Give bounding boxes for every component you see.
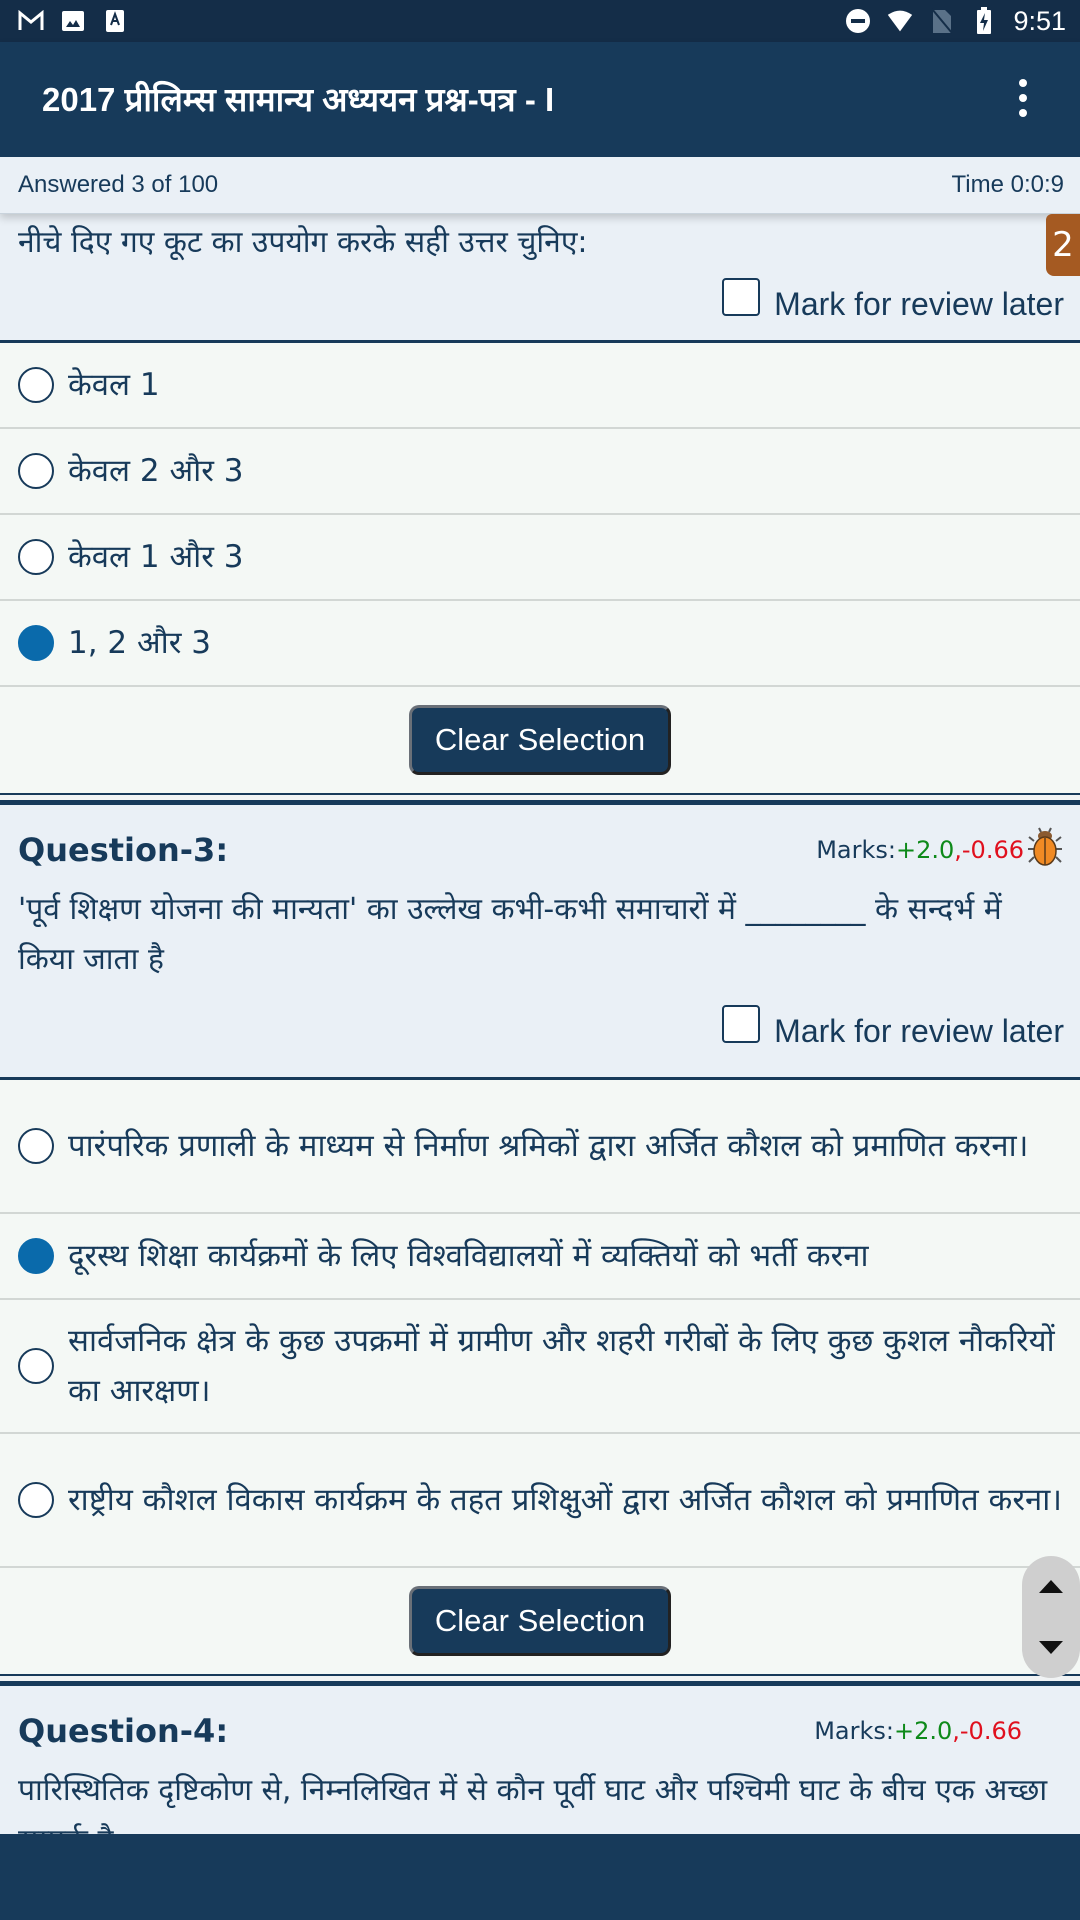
question-number-badge[interactable]: 2 (1046, 214, 1080, 276)
app-bar: 2017 प्रीलिम्स सामान्य अध्ययन प्रश्न-पत्… (0, 42, 1080, 154)
bug-icon[interactable] (1026, 827, 1064, 873)
question-title: Question-3: (18, 831, 229, 869)
question-header: Question-4: Marks: +2.0 , -0.66 पारिस्थि… (0, 1686, 1080, 1834)
option-item[interactable]: केवल 2 और 3 (0, 429, 1080, 515)
radio-button[interactable] (18, 1348, 54, 1384)
radio-button[interactable] (18, 1128, 54, 1164)
marks-label: Marks: (816, 836, 896, 864)
status-time: 9:51 (1013, 5, 1066, 36)
option-text: सार्वजनिक क्षेत्र के कुछ उपक्रमों में ग्… (68, 1323, 1055, 1409)
option-text: केवल 1 (68, 367, 160, 403)
question-header: नीचे दिए गए कूट का उपयोग करके सही उत्तर … (0, 214, 1080, 340)
option-text: राष्ट्रीय कौशल विकास कार्यक्रम के तहत प्… (68, 1482, 1062, 1518)
question-text: नीचे दिए गए कूट का उपयोग करके सही उत्तर … (18, 225, 588, 260)
question-text: 'पूर्व शिक्षण योजना की मान्यता' का उल्ले… (18, 892, 1002, 977)
marks-separator: , (952, 1717, 960, 1745)
review-checkbox[interactable] (722, 278, 761, 316)
clear-selection-button[interactable]: Clear Selection (409, 1586, 671, 1656)
status-bar: 9:51 (0, 0, 1080, 42)
more-vert-icon[interactable] (1008, 68, 1038, 128)
option-item[interactable]: केवल 1 (0, 343, 1080, 429)
option-text: दूरस्थ शिक्षा कार्यक्रमों के लिए विश्ववि… (68, 1238, 869, 1274)
option-item[interactable]: केवल 1 और 3 (0, 515, 1080, 601)
option-text: पारंपरिक प्रणाली के माध्यम से निर्माण श्… (68, 1128, 1029, 1164)
scroll-up-icon[interactable] (1039, 1580, 1063, 1593)
font-icon (102, 8, 128, 34)
radio-button-selected[interactable] (18, 625, 54, 661)
radio-button[interactable] (18, 367, 54, 403)
clear-selection-button[interactable]: Clear Selection (409, 705, 671, 775)
marks-negative: -0.66 (961, 836, 1024, 864)
radio-button[interactable] (18, 453, 54, 489)
radio-button[interactable] (18, 539, 54, 575)
option-item[interactable]: 1, 2 और 3 (0, 601, 1080, 687)
option-text: केवल 2 और 3 (68, 453, 244, 489)
radio-button[interactable] (18, 1482, 54, 1518)
marks-positive: +2.0 (895, 836, 955, 864)
do-not-disturb-icon (845, 8, 871, 34)
review-label[interactable]: Mark for review later (774, 1013, 1064, 1050)
bottom-bar (0, 1834, 1080, 1920)
marks-label: Marks: (814, 1717, 894, 1745)
answered-count: Answered 3 of 100 (18, 171, 219, 198)
question-list[interactable]: नीचे दिए गए कूट का उपयोग करके सही उत्तर … (0, 214, 1080, 1834)
marks: Marks: +2.0 , -0.66 (814, 1717, 1022, 1745)
battery-charging-icon (971, 7, 997, 34)
option-item[interactable]: सार्वजनिक क्षेत्र के कुछ उपक्रमों में ग्… (0, 1300, 1080, 1434)
marks-negative: -0.66 (959, 1717, 1022, 1745)
timer: Time 0:0:9 (951, 171, 1065, 198)
option-text: 1, 2 और 3 (68, 625, 211, 661)
option-item[interactable]: दूरस्थ शिक्षा कार्यक्रमों के लिए विश्ववि… (0, 1214, 1080, 1300)
question-header: Question-3: Marks: +2.0 , -0.66 'पूर्व श… (0, 805, 1080, 1077)
progress-bar: Answered 3 of 100 Time 0:0:9 (0, 154, 1080, 214)
no-sim-icon (929, 8, 955, 34)
quiz-content[interactable]: Answered 3 of 100 Time 0:0:9 2 नीचे दिए … (0, 154, 1080, 1834)
marks-separator: , (954, 836, 962, 864)
review-checkbox[interactable] (722, 1005, 761, 1043)
option-text: केवल 1 और 3 (68, 539, 244, 575)
question-text: पारिस्थितिक दृष्टिकोण से, निम्नलिखित में… (18, 1773, 1048, 1834)
option-item[interactable]: पारंपरिक प्रणाली के माध्यम से निर्माण श्… (0, 1080, 1080, 1214)
marks-positive: +2.0 (893, 1717, 953, 1745)
review-label[interactable]: Mark for review later (774, 286, 1064, 323)
wifi-icon (887, 8, 913, 34)
marks: Marks: +2.0 , -0.66 (816, 827, 1064, 873)
scroll-controls (1022, 1556, 1080, 1678)
scroll-down-icon[interactable] (1039, 1641, 1063, 1654)
page-title: 2017 प्रीलिम्स सामान्य अध्ययन प्रश्न-पत्… (42, 80, 555, 118)
image-icon (60, 8, 86, 34)
gmail-icon (18, 8, 44, 34)
option-item[interactable]: राष्ट्रीय कौशल विकास कार्यक्रम के तहत प्… (0, 1434, 1080, 1568)
question-title: Question-4: (18, 1712, 229, 1750)
radio-button-selected[interactable] (18, 1238, 54, 1274)
